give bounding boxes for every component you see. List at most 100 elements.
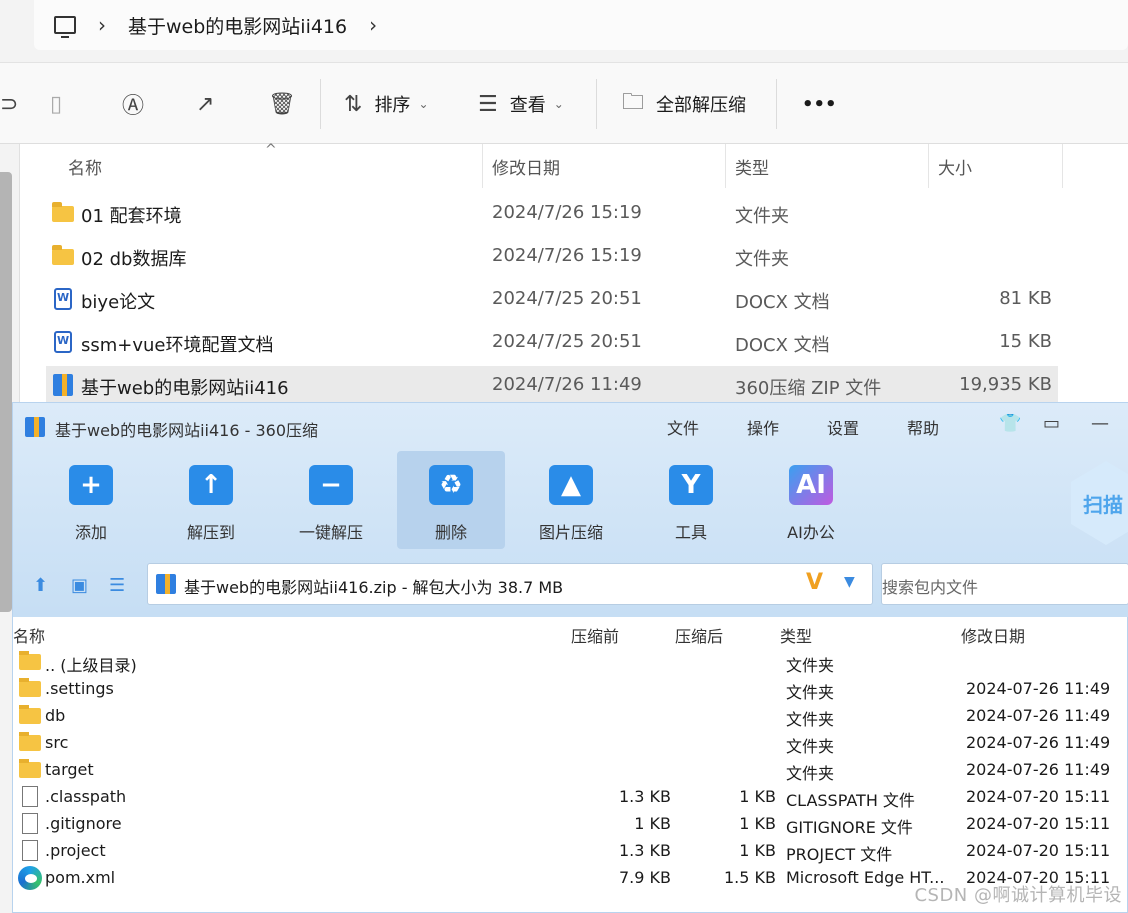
menu-settings[interactable]: 设置 — [827, 415, 859, 439]
folder-icon — [19, 678, 41, 697]
list-view-icon[interactable]: ☰ — [109, 575, 125, 596]
zip-nav-bar: ⬆ ▣ ☰ 基于web的电影网站ii416.zip - 解包大小为 38.7 M… — [13, 563, 1128, 607]
archive-entry-row[interactable]: .gitignore 1 KB 1 KB GITIGNORE 文件 2024-0… — [13, 810, 1128, 837]
delete-button[interactable]: ♻ 删除 — [397, 451, 505, 549]
one-click-extract-button[interactable]: − 一键解压 — [277, 451, 385, 549]
zip-window-header: 基于web的电影网站ii416 - 360压缩 文件 操作 设置 帮助 👕 ▭ … — [13, 403, 1128, 617]
entry-modified: 2024-07-26 11:49 — [966, 733, 1111, 752]
column-header-modified[interactable]: 修改日期 — [961, 623, 1025, 647]
column-header-name[interactable]: 名称 — [13, 623, 45, 647]
menu-operate[interactable]: 操作 — [747, 415, 779, 439]
entry-size-after: 1 KB — [739, 841, 776, 860]
app-icon — [25, 417, 45, 437]
image-compress-button[interactable]: ▲ 图片压缩 — [517, 451, 625, 549]
file-icon — [22, 813, 38, 834]
feedback-icon[interactable]: ▭ — [1043, 413, 1060, 434]
column-header-type[interactable]: 类型 — [780, 623, 812, 647]
entry-modified: 2024-07-20 15:11 — [966, 787, 1111, 806]
more-icon: ••• — [802, 93, 837, 115]
word-doc-icon — [54, 288, 72, 310]
file-name: biye论文 — [81, 292, 156, 313]
file-size: 81 KB — [999, 288, 1052, 309]
chevron-right-icon[interactable]: › — [98, 13, 106, 37]
file-type: DOCX 文档 — [735, 335, 830, 356]
entry-name: .gitignore — [45, 814, 122, 833]
column-header-size[interactable]: 大小 — [938, 144, 1058, 188]
view-label: 查看 — [509, 95, 546, 116]
archive-search-input[interactable]: 搜索包内文件 — [881, 563, 1128, 605]
delete-label: 删除 — [434, 523, 467, 542]
archive-entry-row[interactable]: .project 1.3 KB 1 KB PROJECT 文件 2024-07-… — [13, 837, 1128, 864]
file-row-selected[interactable]: 基于web的电影网站ii416 2024/7/26 11:49 360压缩 ZI… — [46, 366, 1058, 404]
entry-size-before: 1 KB — [634, 814, 671, 833]
column-header-before[interactable]: 压缩前 — [571, 623, 619, 647]
up-level-icon[interactable]: ⬆ — [33, 575, 48, 596]
trash-icon: 🗑 — [268, 91, 296, 117]
dropdown-arrow-icon[interactable]: ▼ — [844, 574, 855, 590]
column-header-after[interactable]: 压缩后 — [675, 623, 723, 647]
archive-path-bar[interactable]: 基于web的电影网站ii416.zip - 解包大小为 38.7 MB V ▼ — [147, 563, 873, 605]
file-icon — [22, 786, 38, 807]
menu-file[interactable]: 文件 — [667, 415, 699, 439]
sort-label: 排序 — [374, 95, 411, 116]
column-name-label: 名称 — [68, 158, 102, 179]
skin-icon[interactable]: 👕 — [999, 413, 1021, 434]
extract-all-button[interactable]: 🗀 全部解压缩 — [622, 89, 746, 119]
more-options-button[interactable]: ••• — [802, 89, 837, 119]
sort-button[interactable]: ⇅ 排序 ⌄ — [344, 89, 429, 119]
command-bar: ⊃ ▯ Ⓐ ↗ 🗑 ⇅ 排序 ⌄ ☰ 查看 ⌄ 🗀 全部解压缩 ••• — [0, 62, 1128, 144]
breadcrumb-folder[interactable]: 基于web的电影网站ii416 — [128, 12, 347, 39]
ai-office-button[interactable]: AI AI办公 — [757, 451, 865, 549]
one-click-extract-icon: − — [309, 465, 353, 505]
navigation-scrollbar[interactable] — [0, 172, 12, 612]
folder-icon — [19, 705, 41, 724]
archive-entry-row[interactable]: db 文件夹 2024-07-26 11:49 — [13, 702, 1128, 729]
file-row[interactable]: 02 db数据库 2024/7/26 15:19 文件夹 — [46, 237, 1058, 275]
tools-button[interactable]: Y 工具 — [637, 451, 745, 549]
share-button[interactable]: ↗ — [196, 89, 214, 119]
scan-label: 扫描 — [1083, 493, 1123, 517]
this-pc-icon[interactable] — [54, 16, 76, 38]
entry-modified: 2024-07-20 15:11 — [966, 814, 1111, 833]
menu-help[interactable]: 帮助 — [907, 415, 939, 439]
archive-entry-row[interactable]: .classpath 1.3 KB 1 KB CLASSPATH 文件 2024… — [13, 783, 1128, 810]
archive-entry-row[interactable]: target 文件夹 2024-07-26 11:49 — [13, 756, 1128, 783]
zip-archive-icon — [53, 374, 73, 396]
rename-button[interactable]: Ⓐ — [122, 89, 144, 119]
entry-name: pom.xml — [45, 868, 116, 887]
thumbnail-view-icon[interactable]: ▣ — [71, 575, 88, 596]
file-modified: 2024/7/25 20:51 — [492, 288, 642, 309]
cut-button[interactable]: ⊃ — [0, 89, 18, 119]
folder-icon — [52, 202, 74, 222]
cut-icon: ⊃ — [0, 91, 19, 117]
folder-icon — [19, 759, 41, 778]
entry-size-before: 1.3 KB — [619, 841, 671, 860]
entry-type: 文件夹 — [786, 710, 835, 729]
file-row[interactable]: ssm+vue环境配置文档 2024/7/25 20:51 DOCX 文档 15… — [46, 323, 1058, 361]
file-name: 02 db数据库 — [81, 249, 187, 270]
scan-button[interactable]: 扫描 — [1071, 461, 1128, 545]
paste-icon: ▯ — [50, 91, 63, 117]
address-bar[interactable]: › 基于web的电影网站ii416 › — [34, 0, 1128, 50]
archive-entry-row[interactable]: src 文件夹 2024-07-26 11:49 — [13, 729, 1128, 756]
extract-to-button[interactable]: ↑ 解压到 — [157, 451, 265, 549]
add-button[interactable]: + 添加 — [37, 451, 145, 549]
view-button[interactable]: ☰ 查看 ⌄ — [478, 89, 564, 119]
column-header-modified[interactable]: 修改日期 — [492, 144, 722, 188]
entry-type: 文件夹 — [786, 656, 835, 675]
file-row[interactable]: biye论文 2024/7/25 20:51 DOCX 文档 81 KB — [46, 280, 1058, 318]
file-type: 文件夹 — [735, 249, 789, 270]
archive-entry-row[interactable]: .settings 文件夹 2024-07-26 11:49 — [13, 675, 1128, 702]
folder-icon — [19, 651, 41, 670]
paste-button[interactable]: ▯ — [50, 89, 62, 119]
column-header-type[interactable]: 类型 — [735, 144, 925, 188]
file-type: DOCX 文档 — [735, 292, 830, 313]
file-modified: 2024/7/26 15:19 — [492, 202, 642, 223]
archive-entry-row[interactable]: .. (上级目录) 文件夹 — [13, 648, 1128, 675]
delete-button[interactable]: 🗑 — [268, 89, 296, 119]
file-type: 360压缩 ZIP 文件 — [735, 378, 882, 399]
file-row[interactable]: 01 配套环境 2024/7/26 15:19 文件夹 — [46, 194, 1058, 232]
minimize-icon[interactable]: — — [1091, 413, 1109, 434]
chevron-right-icon[interactable]: › — [369, 13, 377, 37]
extract-to-icon: ↑ — [189, 465, 233, 505]
